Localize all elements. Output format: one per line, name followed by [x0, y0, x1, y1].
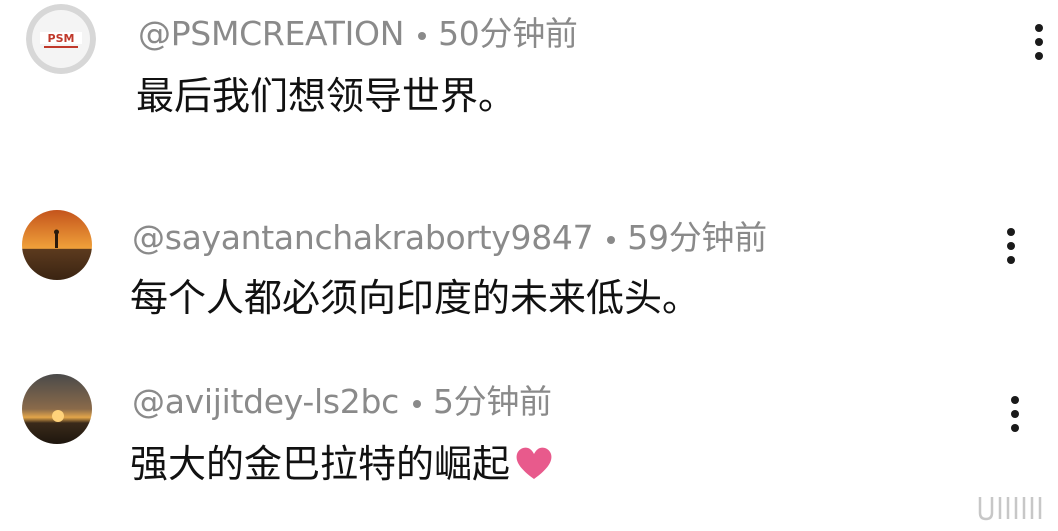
comment-timestamp: 5分钟前: [432, 382, 552, 421]
comment-meta: @PSMCREATION 50分钟前: [138, 14, 578, 54]
comment-item: @avijitdey-ls2bc 5分钟前 强大的金巴拉特的崛起: [0, 368, 1058, 518]
comment-item: @sayantanchakraborty9847 59分钟前 每个人都必须向印度的…: [0, 200, 1058, 330]
comment-text: 强大的金巴拉特的崛起: [130, 440, 554, 488]
comment-timestamp: 59分钟前: [627, 218, 767, 257]
psm-logo-icon: PSM: [26, 4, 96, 74]
watermark-logo-icon: [978, 497, 1042, 521]
more-options-icon[interactable]: [996, 224, 1026, 268]
more-options-icon[interactable]: [1000, 392, 1030, 436]
comment-text: 每个人都必须向印度的未来低头。: [130, 276, 701, 320]
svg-text:PSM: PSM: [48, 32, 75, 45]
avatar[interactable]: [22, 210, 92, 280]
more-options-icon[interactable]: [1024, 20, 1054, 64]
comment-text: 最后我们想领导世界。: [136, 74, 517, 118]
comment-text-body: 强大的金巴拉特的崛起: [130, 442, 511, 486]
sunset-person-icon: [22, 210, 92, 280]
avatar[interactable]: PSM: [26, 4, 96, 74]
separator-dot: [412, 399, 421, 408]
comment-item: PSM @PSMCREATION 50分钟前 最后我们想领导世界。: [0, 0, 1058, 160]
comment-username[interactable]: @avijitdey-ls2bc: [132, 382, 399, 421]
separator-dot: [607, 235, 616, 244]
comment-timestamp: 50分钟前: [438, 14, 578, 53]
comment-username[interactable]: @PSMCREATION: [138, 14, 404, 53]
separator-dot: [418, 31, 427, 40]
comment-meta: @sayantanchakraborty9847 59分钟前: [132, 218, 767, 258]
avatar[interactable]: [22, 374, 92, 444]
comment-meta: @avijitdey-ls2bc 5分钟前: [132, 382, 552, 422]
heart-icon: [516, 447, 552, 479]
comment-username[interactable]: @sayantanchakraborty9847: [132, 218, 594, 257]
sunset-icon: [22, 374, 92, 444]
